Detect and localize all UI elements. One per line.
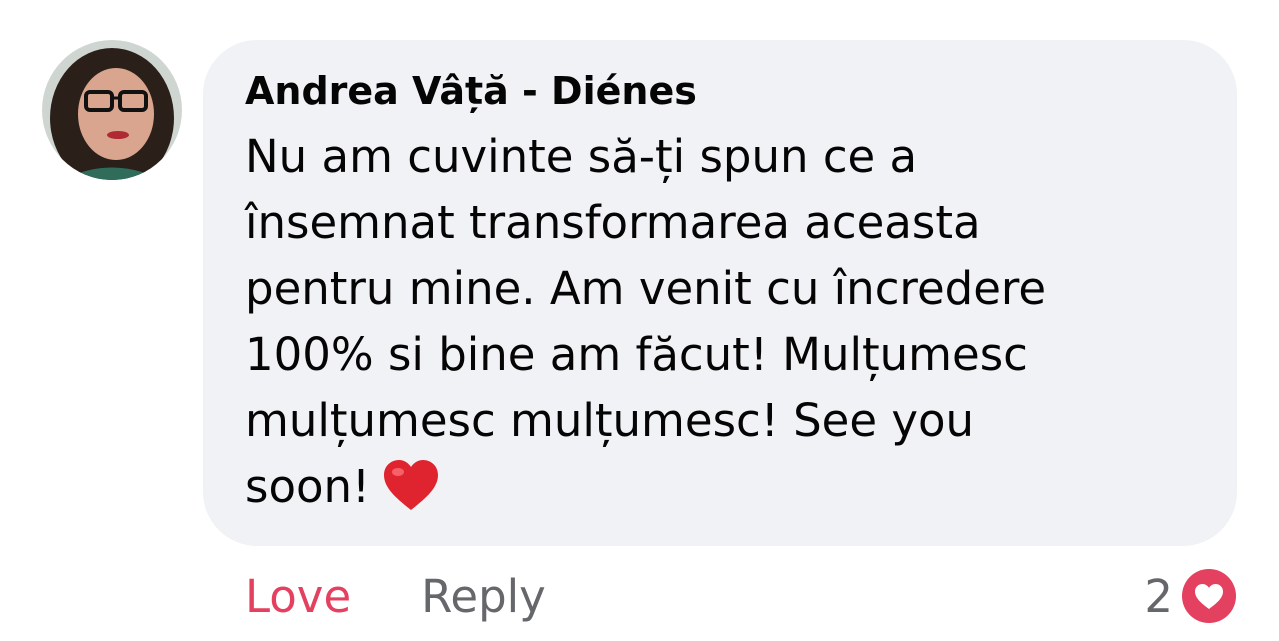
- comment-text-line: însemnat transformarea aceasta: [245, 196, 981, 249]
- comment-text-line: Nu am cuvinte să-ți spun ce a: [245, 130, 918, 183]
- comment-text-line: pentru mine. Am venit cu încredere: [245, 262, 1047, 315]
- comment-text-line: 100% si bine am făcut! Mulțumesc: [245, 328, 1028, 381]
- comment-text-last-line: soon!: [245, 454, 1197, 530]
- comment-author[interactable]: Andrea Vâță - Diénes: [245, 66, 1197, 116]
- reply-button[interactable]: Reply: [421, 570, 546, 623]
- comment-screen: Andrea Vâță - Diénes Nu am cuvinte să-ți…: [0, 0, 1279, 641]
- reaction-summary[interactable]: 2: [1144, 566, 1237, 626]
- comment-text-line: soon!: [245, 460, 371, 513]
- heart-emoji-icon: [382, 458, 440, 530]
- love-button[interactable]: Love: [245, 570, 351, 623]
- love-reaction-icon: [1181, 568, 1237, 624]
- comment-bubble: Andrea Vâță - Diénes Nu am cuvinte să-ți…: [203, 40, 1237, 546]
- comment-actions: Love Reply: [245, 566, 546, 626]
- comment-text-line: mulțumesc mulțumesc! See you: [245, 394, 975, 447]
- avatar[interactable]: [42, 40, 182, 180]
- comment-text: Nu am cuvinte să-ți spun ce a însemnat t…: [245, 124, 1197, 530]
- reaction-count: 2: [1144, 569, 1173, 623]
